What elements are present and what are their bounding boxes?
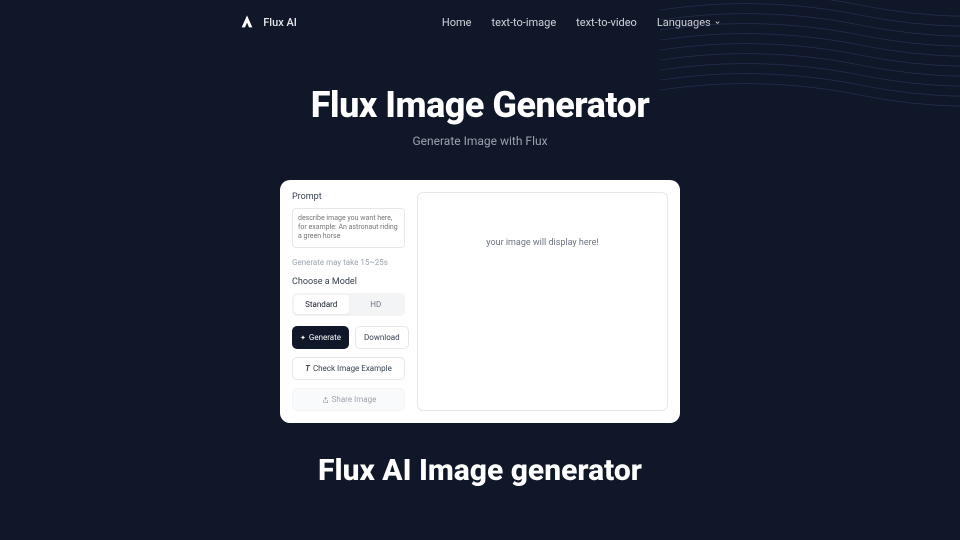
section-title: Flux AI Image generator — [0, 453, 960, 488]
prompt-label: Prompt — [292, 192, 405, 202]
controls-panel: Prompt Generate may take 15~25s Choose a… — [292, 192, 405, 411]
share-icon — [321, 396, 329, 404]
generate-button[interactable]: ✦ Generate — [292, 326, 349, 349]
text-icon: T — [305, 364, 310, 373]
nav-languages[interactable]: Languages — [657, 16, 721, 29]
check-example-button[interactable]: T Check Image Example — [292, 357, 405, 380]
brand-name: Flux AI — [263, 16, 297, 29]
nav-languages-label: Languages — [657, 16, 711, 29]
check-example-label: Check Image Example — [313, 364, 392, 373]
generator-card: Prompt Generate may take 15~25s Choose a… — [280, 180, 680, 423]
page-title: Flux Image Generator — [0, 84, 960, 126]
logo[interactable]: Flux AI — [239, 14, 297, 30]
share-button[interactable]: Share Image — [292, 388, 405, 411]
prompt-input[interactable] — [292, 208, 405, 248]
nav-home[interactable]: Home — [442, 16, 472, 29]
model-label: Choose a Model — [292, 277, 405, 287]
model-tabs: Standard HD — [292, 293, 405, 316]
logo-icon — [239, 14, 255, 30]
model-tab-standard[interactable]: Standard — [294, 295, 349, 314]
hero: Flux Image Generator Generate Image with… — [0, 84, 960, 148]
sparkle-icon: ✦ — [300, 334, 306, 342]
header: Flux AI Home text-to-image text-to-video… — [0, 0, 960, 44]
download-button[interactable]: Download — [355, 326, 409, 349]
chevron-down-icon — [714, 19, 721, 26]
generate-button-label: Generate — [309, 333, 341, 342]
nav-text-to-image[interactable]: text-to-image — [492, 16, 557, 29]
share-button-label: Share Image — [332, 395, 377, 404]
action-buttons: ✦ Generate Download — [292, 326, 405, 349]
preview-panel: your image will display here! — [417, 192, 668, 411]
model-tab-hd[interactable]: HD — [349, 295, 404, 314]
nav-text-to-video[interactable]: text-to-video — [576, 16, 637, 29]
page-subtitle: Generate Image with Flux — [0, 134, 960, 148]
nav: Home text-to-image text-to-video Languag… — [442, 16, 721, 29]
preview-placeholder: your image will display here! — [486, 238, 598, 248]
generate-hint: Generate may take 15~25s — [292, 258, 405, 267]
download-button-label: Download — [364, 333, 400, 342]
